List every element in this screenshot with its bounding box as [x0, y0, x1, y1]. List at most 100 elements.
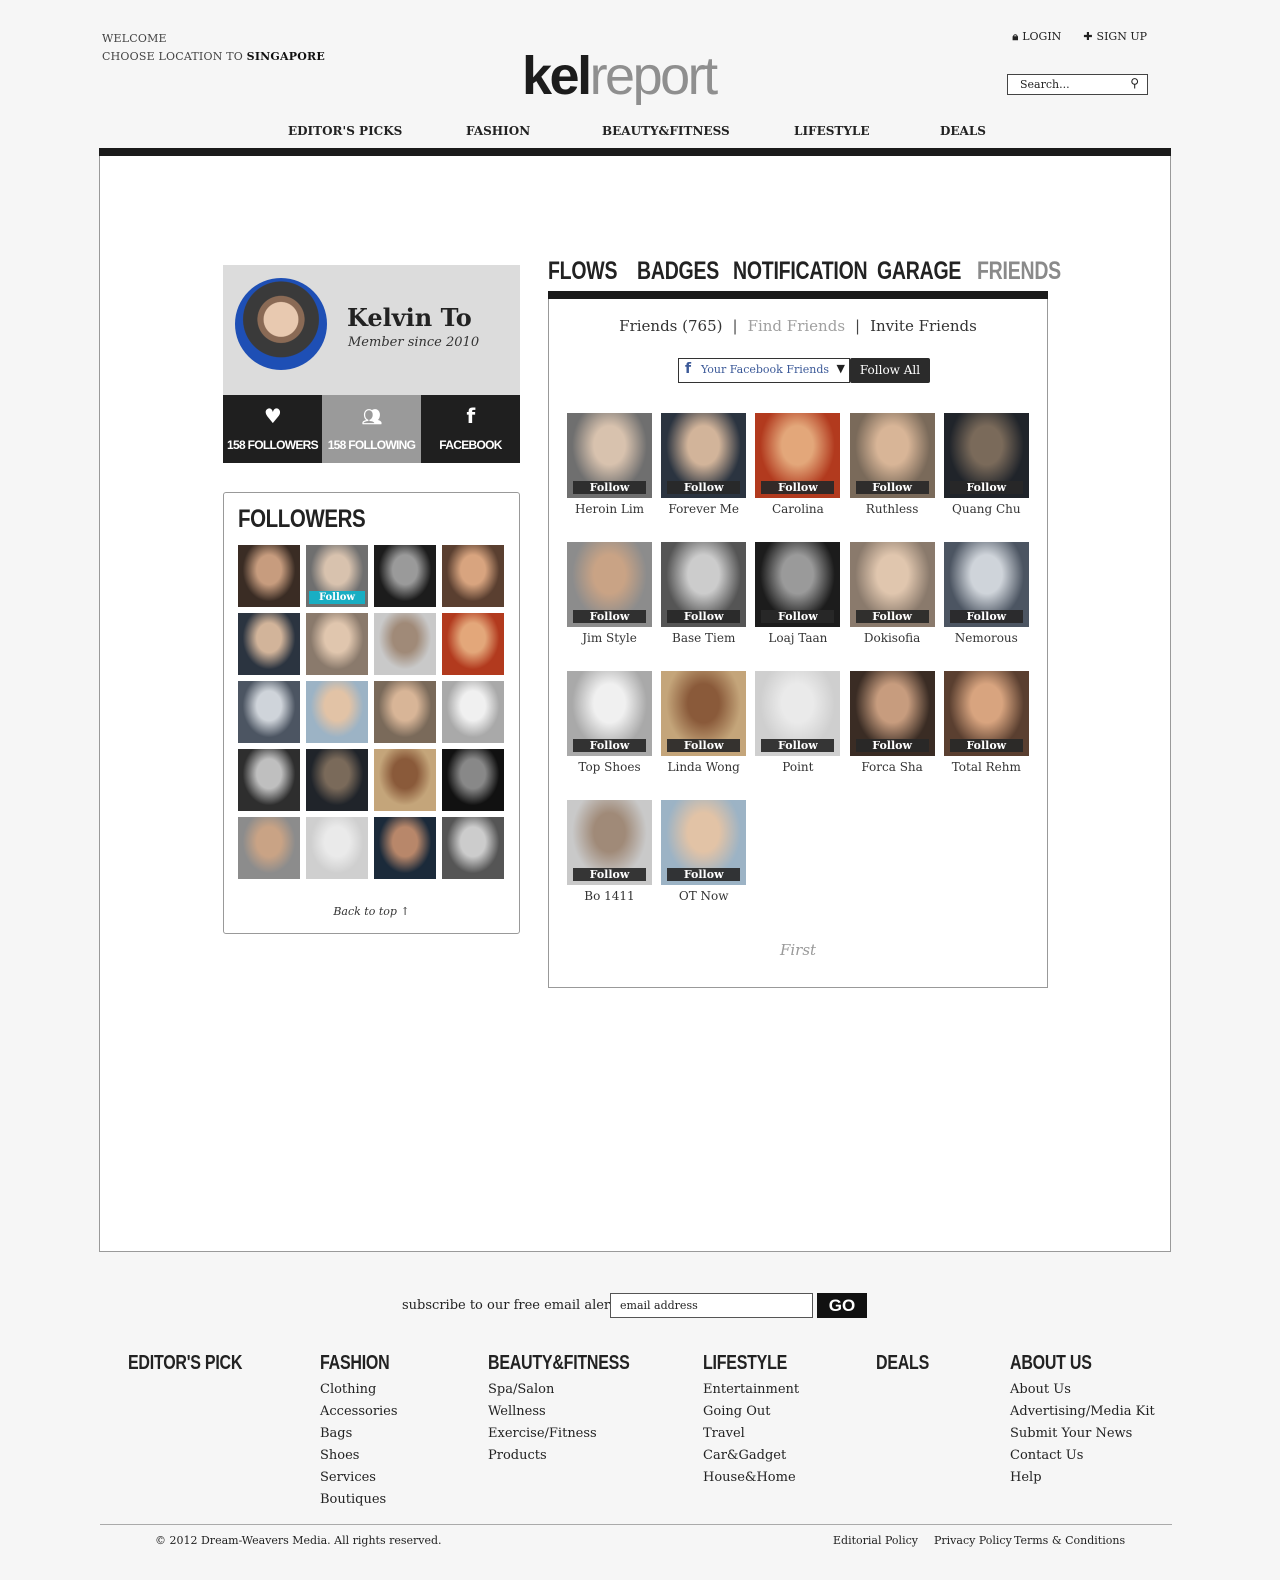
footer-link[interactable]: Wellness [488, 1401, 665, 1423]
follow-button[interactable]: Follow [667, 481, 741, 494]
follow-button[interactable]: Follow [855, 610, 929, 623]
back-to-top-link[interactable]: Back to top ↑ [224, 905, 519, 918]
footer-link[interactable]: Shoes [320, 1445, 407, 1467]
friend-photo[interactable]: Follow [943, 413, 1029, 498]
follow-button[interactable]: Follow [855, 739, 929, 752]
friend-name[interactable]: Point [755, 760, 840, 774]
friend-photo[interactable]: Follow [567, 542, 652, 627]
follow-button[interactable]: Follow [667, 610, 741, 623]
friend-name[interactable]: Total Rehm [944, 760, 1029, 774]
friend-name[interactable]: Dokisofia [850, 631, 935, 645]
footer-link[interactable]: Bags [320, 1423, 407, 1445]
footer-link[interactable]: Contact Us [1010, 1445, 1155, 1467]
follower-photo[interactable] [238, 749, 300, 811]
follow-button[interactable]: Follow [573, 739, 646, 752]
facebook-button[interactable]: f FACEBOOK [421, 395, 520, 463]
friend-name[interactable]: Jim Style [567, 631, 652, 645]
facebook-friends-dropdown[interactable]: f Your Facebook Friends ▼ [678, 358, 850, 383]
follower-photo[interactable] [238, 545, 300, 607]
follower-photo[interactable] [306, 681, 368, 743]
friend-photo[interactable]: Follow [943, 542, 1029, 627]
footer-link[interactable]: Advertising/Media Kit [1010, 1401, 1155, 1423]
follow-button[interactable]: Follow [573, 481, 646, 494]
following-button[interactable]: 👥︎ 158 FOLLOWING [322, 395, 421, 463]
friend-name[interactable]: Bo 1411 [567, 889, 652, 903]
footer-link[interactable]: Travel [703, 1423, 808, 1445]
follow-button[interactable]: Follow [573, 868, 646, 881]
follower-photo[interactable] [374, 817, 436, 879]
footer-link[interactable]: Submit Your News [1010, 1423, 1155, 1445]
footer-link[interactable]: House&Home [703, 1467, 808, 1489]
follow-button[interactable]: Follow [667, 868, 741, 881]
follower-photo[interactable] [374, 613, 436, 675]
follow-button[interactable]: Follow [761, 481, 835, 494]
pager-first[interactable]: First [549, 941, 1047, 959]
friend-photo[interactable]: Follow [567, 800, 652, 885]
invite-friends-link[interactable]: Invite Friends [870, 317, 977, 335]
follower-photo[interactable] [238, 817, 300, 879]
follow-button[interactable]: Follow [761, 739, 835, 752]
tab-badges[interactable]: BADGES [637, 257, 719, 286]
friend-name[interactable]: Nemorous [944, 631, 1029, 645]
avatar[interactable] [235, 278, 327, 370]
signup-link[interactable]: ✚ SIGN UP [1083, 30, 1147, 44]
friend-photo[interactable]: Follow [755, 671, 841, 756]
friend-photo[interactable]: Follow [849, 542, 935, 627]
email-input[interactable]: email address [610, 1293, 813, 1318]
friend-photo[interactable]: Follow [755, 542, 841, 627]
nav-fashion[interactable]: FASHION [466, 124, 530, 138]
friend-name[interactable]: Forever Me [661, 502, 746, 516]
follow-button[interactable]: Follow [949, 481, 1023, 494]
subscribe-go-button[interactable]: GO [817, 1293, 867, 1318]
follower-photo[interactable] [374, 749, 436, 811]
follower-photo[interactable] [306, 613, 368, 675]
footer-heading[interactable]: BEAUTY&FITNESS [488, 1352, 630, 1375]
nav-editors-picks[interactable]: EDITOR'S PICKS [288, 124, 402, 138]
nav-lifestyle[interactable]: LIFESTYLE [794, 124, 869, 138]
friends-count-link[interactable]: Friends (765) [619, 317, 722, 335]
follow-button[interactable]: Follow [573, 610, 646, 623]
follow-badge[interactable]: Follow [309, 591, 365, 604]
follower-photo[interactable] [306, 749, 368, 811]
friend-name[interactable]: Top Shoes [567, 760, 652, 774]
follower-photo[interactable]: Follow [306, 545, 368, 607]
footer-link[interactable]: Boutiques [320, 1489, 407, 1511]
follower-photo[interactable] [442, 749, 504, 811]
follow-all-button[interactable]: Follow All [850, 358, 930, 383]
footer-link[interactable]: Services [320, 1467, 407, 1489]
friend-photo[interactable]: Follow [567, 413, 652, 498]
footer-link[interactable]: Spa/Salon [488, 1379, 665, 1401]
search-input[interactable]: Search... ⚲ [1007, 74, 1148, 95]
follow-button[interactable]: Follow [949, 739, 1023, 752]
followers-button[interactable]: ♥ 158 FOLLOWERS [223, 395, 322, 463]
friend-photo[interactable]: Follow [849, 413, 935, 498]
follower-photo[interactable] [442, 545, 504, 607]
terms-link[interactable]: Terms & Conditions [1014, 1534, 1125, 1547]
follow-button[interactable]: Follow [761, 610, 835, 623]
friend-name[interactable]: Carolina [755, 502, 840, 516]
tab-flows[interactable]: FLOWS [548, 257, 617, 286]
find-friends-link[interactable]: Find Friends [748, 317, 845, 335]
friend-photo[interactable]: Follow [943, 671, 1029, 756]
follower-photo[interactable] [442, 817, 504, 879]
tab-garage[interactable]: GARAGE [877, 257, 961, 286]
footer-link[interactable]: About Us [1010, 1379, 1155, 1401]
friend-photo[interactable]: Follow [567, 671, 652, 756]
follower-photo[interactable] [374, 681, 436, 743]
footer-heading[interactable]: LIFESTYLE [703, 1352, 787, 1375]
privacy-policy-link[interactable]: Privacy Policy [934, 1534, 1012, 1547]
friend-name[interactable]: Linda Wong [661, 760, 746, 774]
nav-beauty-fitness[interactable]: BEAUTY&FITNESS [602, 124, 730, 138]
footer-link[interactable]: Products [488, 1445, 665, 1467]
follow-button[interactable]: Follow [855, 481, 929, 494]
friend-name[interactable]: Loaj Taan [755, 631, 840, 645]
friend-photo[interactable]: Follow [661, 542, 747, 627]
friend-name[interactable]: Quang Chu [944, 502, 1029, 516]
footer-link[interactable]: Car&Gadget [703, 1445, 808, 1467]
login-link[interactable]: 🔒︎ LOGIN [1012, 30, 1061, 44]
friend-photo[interactable]: Follow [849, 671, 935, 756]
search-icon[interactable]: ⚲ [1130, 76, 1139, 90]
friend-name[interactable]: Forca Sha [850, 760, 935, 774]
friend-photo[interactable]: Follow [661, 413, 747, 498]
location-link[interactable]: SINGAPORE [247, 50, 325, 63]
